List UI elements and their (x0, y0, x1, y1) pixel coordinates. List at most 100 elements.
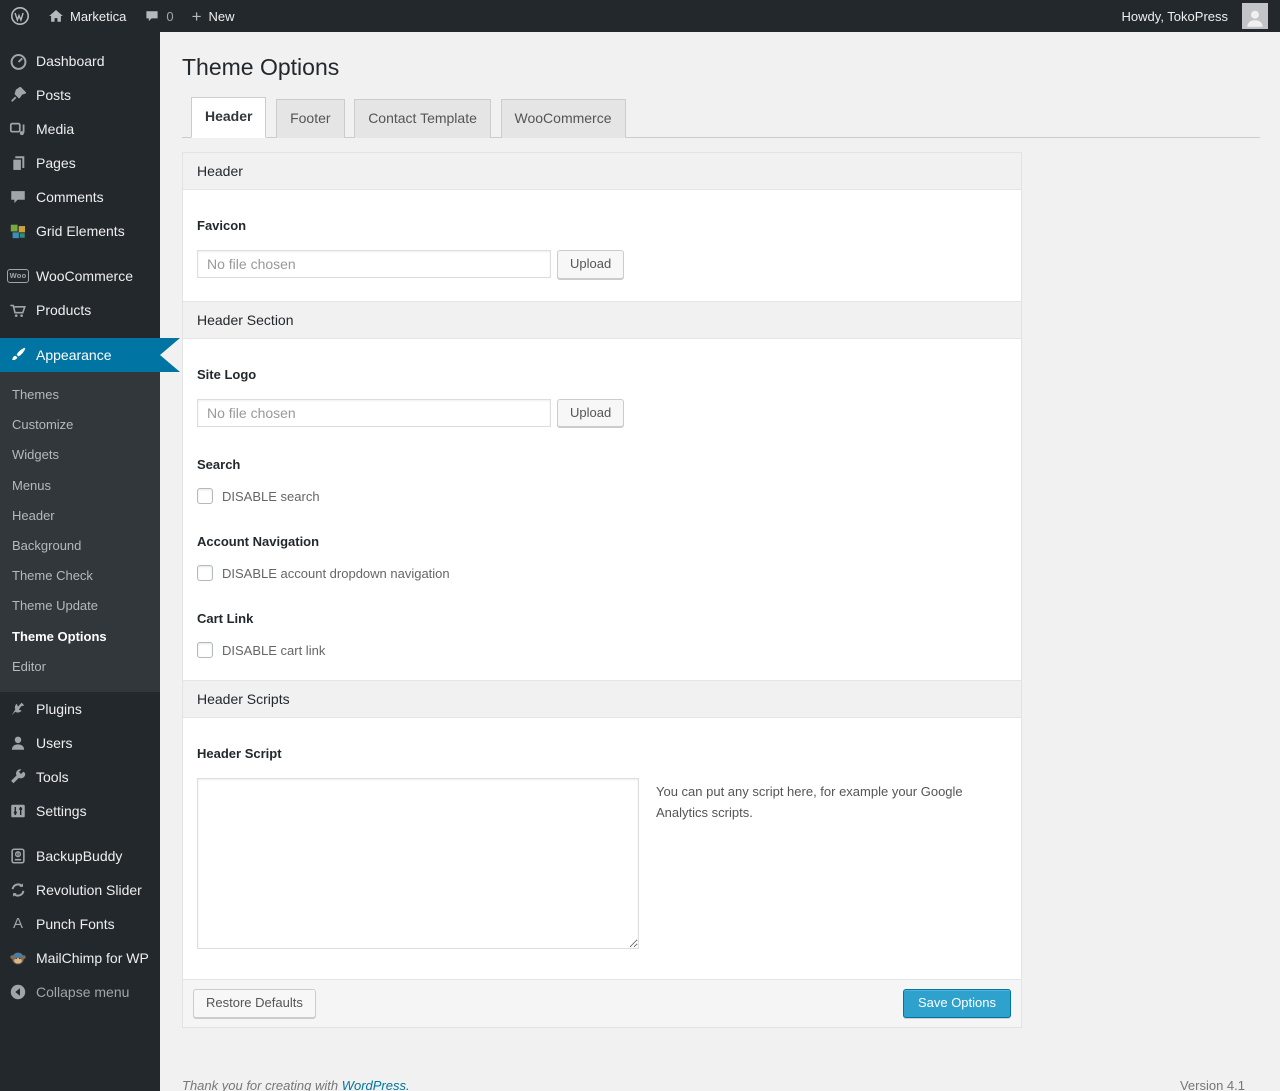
sidebar-item-woocommerce[interactable]: Woo WooCommerce (0, 259, 160, 293)
sidebar-item-backupbuddy[interactable]: BackupBuddy (0, 839, 160, 873)
site-logo-upload-button[interactable]: Upload (557, 398, 625, 428)
media-icon (8, 119, 28, 139)
version-label: Version 4.1 (1179, 1078, 1245, 1091)
sidebar-item-mailchimp[interactable]: MailChimp for WP (0, 941, 160, 975)
favicon-file-input[interactable] (197, 250, 551, 279)
panel-footer: Restore Defaults Save Options (183, 979, 1021, 1028)
new-content-button[interactable]: + New (192, 8, 235, 25)
appearance-submenu: Themes Customize Widgets Menus Header Ba… (0, 372, 160, 692)
wordpress-link[interactable]: WordPress. (342, 1078, 410, 1091)
restore-defaults-button[interactable]: Restore Defaults (193, 989, 316, 1019)
pushpin-icon (8, 85, 28, 105)
sidebar-item-posts[interactable]: Posts (0, 78, 160, 112)
comments-icon (8, 187, 28, 207)
theme-options-panel: Header Favicon Upload Header Section Sit… (182, 151, 1022, 1029)
site-name: Marketica (70, 8, 127, 24)
sidebar-item-users[interactable]: Users (0, 726, 160, 760)
dashboard-icon (8, 51, 28, 71)
sidebar-item-revolution-slider[interactable]: Revolution Slider (0, 873, 160, 907)
disable-account-nav-row: DISABLE account dropdown navigation (197, 565, 1007, 582)
comment-bubble-icon (146, 11, 158, 22)
admin-bar: Marketica 0 + New Howdy, TokoPress (0, 0, 1280, 32)
tab-header[interactable]: Header (191, 96, 267, 138)
user-silhouette-icon (1247, 10, 1263, 27)
sidebar-item-comments[interactable]: Comments (0, 180, 160, 214)
sidebar-item-media[interactable]: Media (0, 112, 160, 146)
backupbuddy-icon (8, 846, 28, 866)
tab-contact-template[interactable]: Contact Template (354, 98, 491, 138)
tab-footer[interactable]: Footer (276, 98, 345, 138)
mailchimp-monkey-icon (8, 948, 28, 968)
howdy-greeting: Howdy, TokoPress (1121, 8, 1228, 24)
comments-bubble-button[interactable]: 0 (144, 8, 174, 24)
refresh-arrows-icon (8, 880, 28, 900)
sidebar-item-pages[interactable]: Pages (0, 146, 160, 180)
favicon-label: Favicon (197, 217, 247, 233)
sidebar-item-appearance[interactable]: Appearance (0, 338, 180, 372)
sidebar-item-dashboard[interactable]: Dashboard (0, 44, 160, 78)
plus-icon: + (191, 6, 202, 26)
account-menu[interactable]: Howdy, TokoPress (1122, 3, 1268, 29)
submenu-item-theme-options[interactable]: Theme Options (0, 622, 160, 652)
submenu-item-menus[interactable]: Menus (0, 471, 160, 501)
letter-a-icon: A (12, 915, 23, 933)
disable-cart-link-label: DISABLE cart link (222, 642, 326, 658)
sidebar-item-punch-fonts[interactable]: A Punch Fonts (0, 907, 160, 941)
disable-cart-link-row: DISABLE cart link (197, 642, 1007, 659)
header-script-hint: You can put any script here, for example… (656, 784, 963, 820)
users-icon (8, 733, 28, 753)
wrench-icon (8, 767, 28, 787)
theme-options-tabs: Header Footer Contact Template WooCommer… (182, 96, 1260, 138)
disable-account-nav-checkbox[interactable] (197, 565, 213, 582)
sidebar-item-tools[interactable]: Tools (0, 760, 160, 794)
home-icon (49, 10, 63, 22)
paintbrush-icon (8, 345, 28, 365)
favicon-upload-button[interactable]: Upload (557, 249, 625, 279)
site-logo-file-input[interactable] (197, 399, 551, 428)
disable-search-row: DISABLE search (197, 488, 1007, 505)
disable-search-checkbox[interactable] (197, 488, 213, 505)
grid-elements-icon (8, 221, 28, 241)
header-script-textarea[interactable] (197, 778, 639, 950)
sidebar-item-plugins[interactable]: Plugins (0, 692, 160, 726)
page-footer: Thank you for creating with WordPress. V… (182, 1078, 1260, 1091)
submenu-item-background[interactable]: Background (0, 531, 160, 561)
section-header-section-title: Header Section (183, 300, 1021, 339)
woocommerce-icon: Woo (6, 266, 30, 286)
submenu-item-widgets[interactable]: Widgets (0, 440, 160, 470)
settings-icon (8, 801, 28, 821)
avatar (1242, 3, 1268, 29)
comment-count: 0 (166, 8, 174, 24)
plugin-icon (8, 699, 28, 719)
tab-woocommerce[interactable]: WooCommerce (500, 98, 626, 138)
main-content: Theme Options Header Footer Contact Temp… (160, 32, 1280, 1091)
site-logo-label: Site Logo (197, 366, 257, 382)
section-header-scripts-title: Header Scripts (183, 680, 1021, 719)
sidebar-item-collapse-menu[interactable]: Collapse menu (0, 975, 160, 1009)
submenu-item-theme-check[interactable]: Theme Check (0, 561, 160, 591)
footer-thanks: Thank you for creating with WordPress. (182, 1078, 410, 1091)
submenu-item-customize[interactable]: Customize (0, 410, 160, 440)
submenu-item-themes[interactable]: Themes (0, 380, 160, 410)
search-label: Search (197, 457, 241, 473)
submenu-item-editor[interactable]: Editor (0, 652, 160, 682)
new-label: New (208, 8, 235, 24)
admin-sidebar: Dashboard Posts Media Pages Comments Gri… (0, 32, 180, 1091)
collapse-arrow-icon (8, 982, 28, 1002)
disable-account-nav-label: DISABLE account dropdown navigation (222, 565, 450, 581)
cart-icon (8, 300, 28, 320)
disable-search-label: DISABLE search (222, 488, 320, 504)
account-navigation-label: Account Navigation (197, 534, 320, 550)
submenu-item-theme-update[interactable]: Theme Update (0, 591, 160, 621)
save-options-button[interactable]: Save Options (902, 989, 1011, 1019)
site-name-link[interactable]: Marketica (48, 8, 126, 24)
sidebar-item-settings[interactable]: Settings (0, 794, 160, 828)
submenu-item-header[interactable]: Header (0, 501, 160, 531)
wordpress-logo-icon[interactable] (10, 6, 30, 26)
sidebar-item-grid-elements[interactable]: Grid Elements (0, 214, 160, 248)
cart-link-label: Cart Link (197, 611, 254, 627)
page-title: Theme Options (182, 54, 340, 80)
disable-cart-link-checkbox[interactable] (197, 642, 213, 659)
sidebar-item-products[interactable]: Products (0, 293, 160, 327)
section-header-title: Header (183, 152, 1021, 190)
